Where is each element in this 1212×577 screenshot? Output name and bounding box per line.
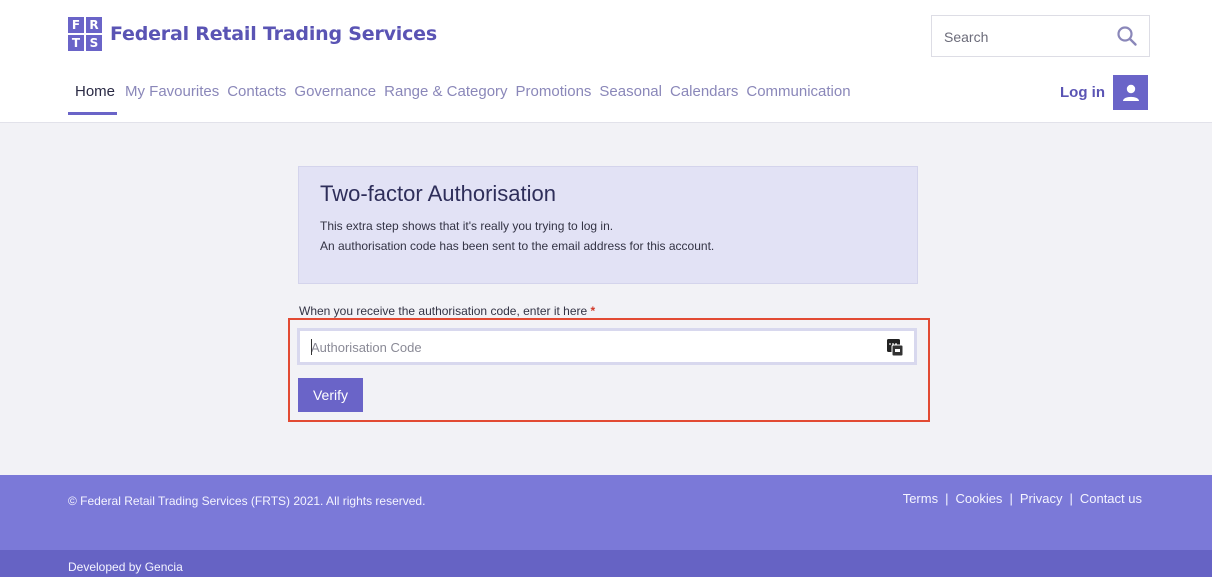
nav-item-range-category[interactable]: Range & Category — [384, 80, 507, 115]
site-header: F R T S Federal Retail Trading Services … — [0, 0, 1212, 123]
nav-item-calendars[interactable]: Calendars — [670, 80, 738, 115]
logo-mark: F R T S — [68, 17, 102, 51]
footer-links: Terms | Cookies | Privacy | Contact us — [903, 491, 1142, 506]
logo-letter: S — [86, 35, 102, 51]
required-marker: * — [590, 304, 596, 318]
footer-link-contact-us[interactable]: Contact us — [1080, 491, 1142, 506]
copyright-text: © Federal Retail Trading Services (FRTS)… — [68, 494, 426, 508]
code-field-label: When you receive the authorisation code,… — [299, 304, 595, 318]
site-logo[interactable]: F R T S Federal Retail Trading Services — [68, 17, 437, 51]
page-title: Two-factor Authorisation — [320, 181, 557, 206]
footer-separator: | — [1069, 491, 1073, 506]
nav-item-governance[interactable]: Governance — [294, 80, 376, 115]
developer-credit: Developed by Gencia — [68, 560, 183, 574]
site-footer: © Federal Retail Trading Services (FRTS)… — [0, 475, 1212, 550]
footer-separator: | — [1009, 491, 1013, 506]
logo-letter: F — [68, 17, 84, 33]
nav-item-my-favourites[interactable]: My Favourites — [125, 80, 219, 115]
user-icon — [1113, 75, 1148, 110]
footer-link-cookies[interactable]: Cookies — [955, 491, 1002, 506]
brand-name: Federal Retail Trading Services — [110, 23, 437, 45]
nav-item-promotions[interactable]: Promotions — [516, 80, 592, 115]
auth-info-panel: Two-factor Authorisation This extra step… — [298, 166, 918, 284]
nav-item-seasonal[interactable]: Seasonal — [599, 80, 662, 115]
auth-description-line-2: An authorisation code has been sent to t… — [320, 239, 715, 253]
nav-item-communication[interactable]: Communication — [746, 80, 850, 115]
logo-letter: R — [86, 17, 102, 33]
nav-item-contacts[interactable]: Contacts — [227, 80, 286, 115]
verify-button[interactable]: Verify — [298, 378, 363, 412]
login-button[interactable]: Log in — [1060, 75, 1148, 110]
code-field — [297, 328, 917, 365]
password-key-icon[interactable] — [886, 337, 904, 357]
main-nav: Home My Favourites Contacts Governance R… — [68, 80, 859, 115]
search-icon[interactable] — [1116, 25, 1138, 47]
authorisation-code-input[interactable] — [311, 336, 871, 358]
nav-item-home[interactable]: Home — [68, 80, 118, 115]
search-box — [931, 15, 1150, 57]
auth-description-line-1: This extra step shows that it's really y… — [320, 219, 614, 233]
sub-footer: Developed by Gencia — [0, 550, 1212, 577]
search-input[interactable] — [944, 26, 1104, 48]
logo-letter: T — [68, 35, 84, 51]
footer-link-privacy[interactable]: Privacy — [1020, 491, 1063, 506]
text-caret — [311, 339, 312, 355]
footer-link-terms[interactable]: Terms — [903, 491, 938, 506]
code-field-label-text: When you receive the authorisation code,… — [299, 304, 588, 318]
login-label: Log in — [1060, 84, 1105, 101]
footer-separator: | — [945, 491, 949, 506]
